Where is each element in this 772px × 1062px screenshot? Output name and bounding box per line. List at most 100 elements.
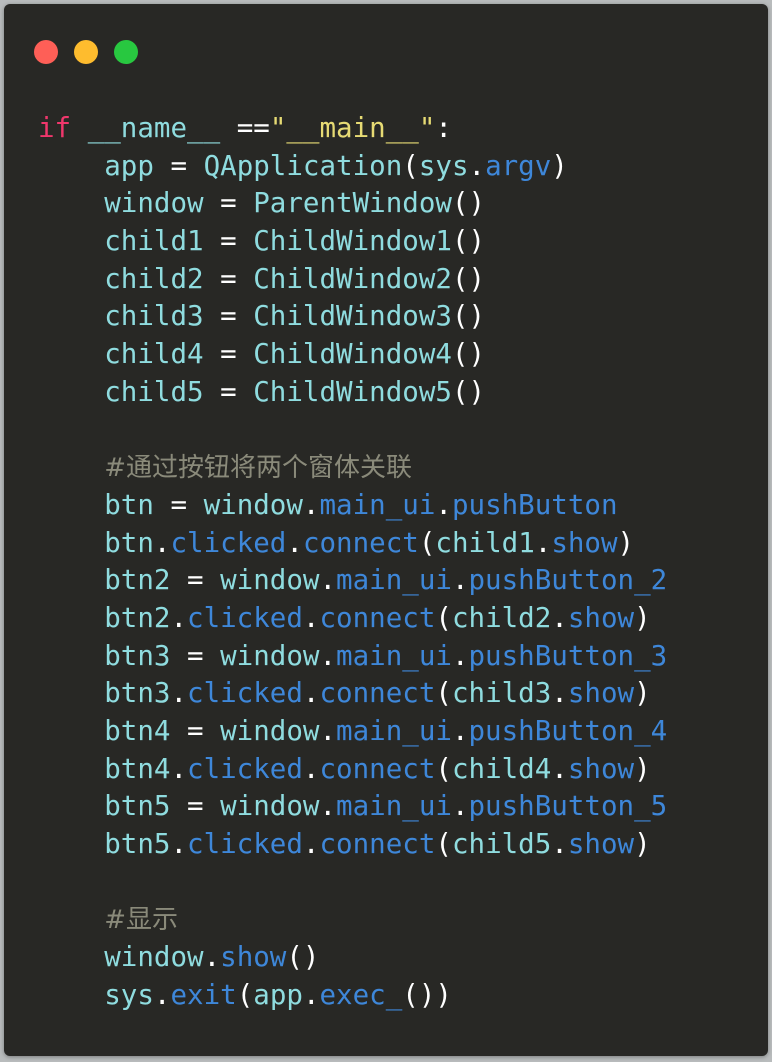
code-token-identifier: __name__	[87, 112, 221, 144]
code-token-attribute: pushButton	[451, 488, 618, 521]
code-line: child5 = ChildWindow5()	[38, 374, 667, 412]
code-token-default: )	[617, 526, 635, 559]
code-token-default: (	[435, 601, 452, 634]
code-token-default: (	[435, 677, 452, 710]
code-line: btn = window.main_ui.pushButton	[38, 487, 667, 525]
code-token-default: =	[203, 187, 254, 220]
code-token-identifier: btn3	[38, 677, 171, 710]
code-token-default: .	[170, 752, 188, 785]
code-line: child2 = ChildWindow2()	[38, 261, 667, 299]
code-token-identifier: app	[253, 978, 303, 1011]
code-token-identifier: ChildWindow1	[253, 225, 452, 258]
code-token-default: .	[302, 828, 320, 861]
code-line: app = QApplication(sys.argv)	[38, 148, 667, 186]
code-token-default: =	[170, 715, 221, 747]
close-button[interactable]	[34, 40, 58, 64]
code-token-default: .	[302, 677, 320, 710]
code-token-default: .	[153, 526, 171, 559]
code-token-identifier: window	[38, 941, 204, 974]
code-token-attribute: show	[567, 828, 635, 861]
code-token-keyword: if	[38, 112, 72, 144]
code-token-default: (	[402, 149, 419, 182]
code-token-attribute: connect	[319, 601, 436, 634]
code-token-default: =	[170, 564, 221, 597]
maximize-button[interactable]	[114, 40, 138, 64]
code-token-attribute: pushButton_5	[468, 790, 668, 823]
code-token-identifier: window	[38, 187, 204, 220]
code-token-default: ==	[220, 112, 270, 144]
code-token-default: :	[435, 112, 452, 144]
code-line: btn4 = window.main_ui.pushButton_4	[38, 713, 667, 751]
code-token-identifier: ChildWindow3	[253, 300, 452, 333]
code-token-attribute: main_ui	[336, 639, 452, 672]
code-line: if __name__ =="__main__":	[38, 110, 667, 148]
code-token-default: (	[418, 526, 436, 559]
code-token-identifier: child4	[451, 752, 552, 785]
code-line: btn2 = window.main_ui.pushButton_2	[38, 562, 667, 600]
code-token-identifier: btn	[38, 488, 154, 521]
code-token-identifier: btn	[38, 526, 154, 559]
code-token-default: =	[170, 790, 221, 823]
minimize-button[interactable]	[74, 40, 98, 64]
code-line: child1 = ChildWindow1()	[38, 223, 667, 261]
code-window: if __name__ =="__main__": app = QApplica…	[4, 4, 768, 1056]
code-token-attribute: connect	[302, 526, 419, 559]
code-token-default: .	[551, 601, 568, 634]
code-token-attribute: clicked	[187, 601, 303, 634]
code-token-default: =	[203, 338, 254, 371]
code-token-identifier: child3	[38, 300, 204, 333]
code-token-default: ()	[286, 941, 320, 974]
code-token-default: .	[319, 639, 337, 672]
code-token-identifier: btn2	[38, 601, 171, 634]
code-token-default: ()	[451, 262, 486, 295]
window-controls	[34, 40, 138, 64]
code-token-attribute: main_ui	[336, 564, 452, 597]
code-token-default: .	[435, 488, 452, 521]
code-token-default: .	[302, 978, 320, 1011]
code-token-default: .	[286, 526, 303, 559]
code-token-attribute: connect	[319, 752, 436, 785]
code-token-identifier: QApplication	[203, 149, 403, 182]
code-line: child3 = ChildWindow3()	[38, 298, 667, 336]
code-token-default: )	[551, 149, 568, 182]
code-line: #通过按钮将两个窗体关联	[38, 449, 667, 487]
code-token-default: (	[435, 828, 452, 861]
code-token-identifier: child1	[435, 526, 535, 559]
code-token-attribute: main_ui	[336, 715, 452, 747]
code-token-default: .	[153, 978, 171, 1011]
code-line: btn4.clicked.connect(child4.show)	[38, 751, 667, 789]
code-token-identifier: sys	[418, 149, 469, 182]
code-token-default: =	[153, 488, 204, 521]
code-token-attribute: connect	[319, 677, 436, 710]
code-token-default: )	[634, 601, 651, 634]
code-token-default: .	[551, 828, 568, 861]
code-token-identifier: btn4	[38, 752, 171, 785]
code-line: btn2.clicked.connect(child2.show)	[38, 600, 667, 638]
code-token-default: .	[170, 601, 188, 634]
code-token-comment: #通过按钮将两个窗体关联	[104, 453, 413, 484]
code-token-default: .	[319, 564, 337, 597]
code-token-identifier: sys	[38, 978, 154, 1011]
code-token-default: .	[203, 941, 221, 974]
code-token-identifier: ChildWindow2	[253, 262, 452, 295]
code-token-default: .	[451, 790, 469, 823]
code-line: child4 = ChildWindow4()	[38, 336, 667, 374]
code-token-default: .	[451, 564, 469, 597]
code-token-default: .	[451, 715, 469, 747]
code-line: btn3 = window.main_ui.pushButton_3	[38, 638, 667, 676]
code-token-identifier: window	[220, 790, 320, 823]
code-token-default: .	[551, 752, 568, 785]
code-token-default: (	[435, 752, 452, 785]
code-token-attribute: clicked	[170, 526, 287, 559]
code-token-identifier: child3	[451, 677, 552, 710]
code-token-attribute: clicked	[187, 828, 303, 861]
code-token-attribute: connect	[319, 828, 436, 861]
code-token-default	[71, 112, 88, 144]
code-token-default: =	[203, 300, 254, 333]
code-token-default	[38, 903, 104, 935]
code-token-default: ()	[451, 225, 486, 258]
code-token-attribute: show	[551, 526, 618, 559]
code-token-identifier: ParentWindow	[253, 187, 452, 220]
code-token-default: .	[534, 526, 552, 559]
